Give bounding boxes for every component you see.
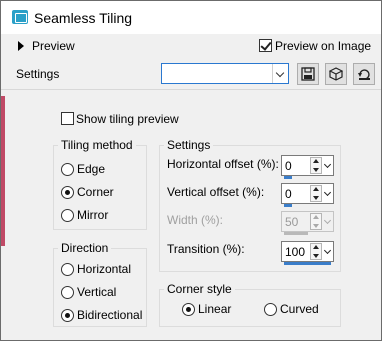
preview-row: Preview Preview on Image — [1, 37, 381, 59]
corner-style-title: Corner style — [164, 282, 235, 296]
preview-toggle[interactable]: Preview — [32, 39, 75, 53]
tiling-method-title: Tiling method — [58, 138, 136, 152]
settings-group-title: Settings — [164, 138, 214, 152]
radio-edge[interactable] — [61, 163, 74, 176]
width-spinner: 50 — [281, 211, 334, 235]
radio-mirror-label[interactable]: Mirror — [77, 208, 108, 222]
radio-bidirectional-label[interactable]: Bidirectional — [77, 308, 142, 322]
radio-vertical[interactable] — [61, 286, 74, 299]
settings-group: Settings Horizontal offset (%): 0 Vertic… — [159, 138, 341, 272]
chevron-down-icon — [324, 213, 332, 230]
horizontal-offset-level — [284, 176, 292, 179]
radio-linear-label[interactable]: Linear — [198, 302, 231, 316]
spin-arrows-icon[interactable] — [310, 185, 322, 202]
width-value: 50 — [285, 215, 299, 229]
direction-group: Direction Horizontal Vertical Bidirectio… — [53, 241, 147, 327]
horizontal-offset-value: 0 — [285, 159, 292, 173]
radio-bidirectional[interactable] — [61, 309, 74, 322]
horizontal-offset-spinner[interactable]: 0 — [281, 155, 334, 179]
spin-arrows-icon[interactable] — [310, 243, 322, 260]
transition-spinner[interactable]: 100 — [281, 241, 334, 265]
save-icon — [301, 67, 315, 81]
vertical-offset-level — [284, 204, 292, 207]
radio-corner-label[interactable]: Corner — [77, 185, 114, 199]
preview-on-image-label[interactable]: Preview on Image — [275, 39, 371, 53]
radio-curved[interactable] — [264, 303, 277, 316]
direction-title: Direction — [58, 241, 112, 255]
show-tiling-preview-label[interactable]: Show tiling preview — [76, 112, 179, 126]
transition-label: Transition (%): — [167, 242, 245, 256]
spin-arrows-icon — [310, 213, 322, 230]
width-level — [284, 232, 308, 235]
randomize-icon — [328, 67, 344, 81]
width-label: Width (%): — [167, 213, 224, 227]
settings-preset-row: Settings — [1, 61, 381, 87]
divider — [1, 89, 381, 90]
vertical-offset-label: Vertical offset (%): — [167, 185, 265, 199]
radio-horizontal[interactable] — [61, 263, 74, 276]
side-accent — [1, 96, 5, 246]
seamless-tiling-dialog: Seamless Tiling Preview Preview on Image… — [0, 0, 382, 341]
window-title: Seamless Tiling — [34, 10, 133, 26]
radio-curved-label[interactable]: Curved — [280, 302, 319, 316]
settings-label: Settings — [16, 67, 60, 81]
chevron-down-icon[interactable] — [324, 157, 332, 174]
radio-horizontal-label[interactable]: Horizontal — [77, 262, 131, 276]
chevron-down-icon[interactable] — [324, 185, 332, 202]
preview-on-image-checkbox[interactable] — [259, 39, 272, 52]
reset-button[interactable] — [353, 63, 375, 85]
radio-corner[interactable] — [61, 186, 74, 199]
save-preset-button[interactable] — [297, 63, 319, 85]
spin-arrows-icon[interactable] — [310, 157, 322, 174]
transition-value: 100 — [285, 245, 306, 259]
radio-mirror[interactable] — [61, 209, 74, 222]
radio-vertical-label[interactable]: Vertical — [77, 285, 116, 299]
show-tiling-preview-checkbox[interactable] — [61, 112, 74, 125]
chevron-down-icon[interactable] — [272, 64, 288, 83]
app-icon — [12, 10, 28, 24]
tiling-method-group: Tiling method Edge Corner Mirror — [53, 138, 147, 230]
title-bar: Seamless Tiling — [1, 1, 381, 34]
corner-style-group: Corner style Linear Curved — [159, 282, 341, 327]
radio-edge-label[interactable]: Edge — [77, 162, 105, 176]
preset-dropdown[interactable] — [161, 63, 289, 84]
chevron-down-icon[interactable] — [324, 243, 332, 260]
radio-linear[interactable] — [182, 303, 195, 316]
transition-level — [284, 262, 331, 265]
expand-arrow-icon[interactable] — [18, 41, 24, 51]
vertical-offset-spinner[interactable]: 0 — [281, 183, 334, 207]
horizontal-offset-label: Horizontal offset (%): — [167, 157, 279, 171]
randomize-button[interactable] — [325, 63, 347, 85]
vertical-offset-value: 0 — [285, 187, 292, 201]
reset-icon — [358, 69, 370, 80]
